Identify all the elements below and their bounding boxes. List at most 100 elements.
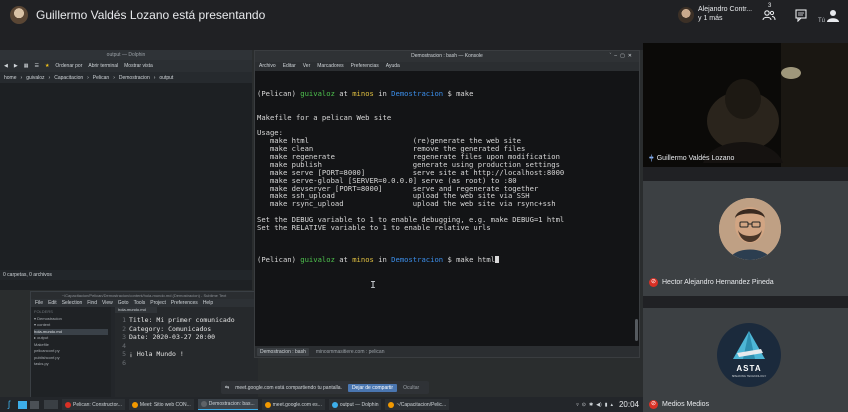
menu-ayuda[interactable]: Ayuda (386, 62, 400, 71)
network-icon[interactable]: ⊙ (582, 402, 586, 408)
task-label: Meet: Sitio web CON... (139, 401, 191, 408)
toolbar-terminal[interactable]: Abrir terminal (88, 63, 118, 69)
taskbar-task[interactable]: output — Dolphin (328, 399, 382, 410)
asta-logo: ASTA SPEAKING TECHNOLOGY (717, 323, 781, 387)
mic-off-icon: ⊘ (649, 400, 658, 409)
toolbar-sort[interactable]: Ordenar por (55, 63, 82, 69)
desktop-pager-1[interactable] (18, 400, 27, 409)
terminal-line: make rsync_upload upload the web site vi… (257, 199, 556, 209)
clock[interactable]: 20:04 (619, 400, 639, 409)
task-app-icon (131, 401, 138, 408)
stop-sharing-button[interactable]: Dejar de compartir (347, 383, 398, 392)
dolphin-file-view[interactable] (0, 83, 252, 270)
view-compact-icon[interactable]: ☰ (34, 63, 38, 69)
menu-editar[interactable]: Editar (283, 62, 296, 71)
tile3-label: ⊘ Medios Medios (649, 400, 709, 409)
menu-ver[interactable]: Ver (303, 62, 311, 71)
line-number: 6 (122, 358, 126, 367)
crumb-demostracion[interactable]: Demostracion (119, 75, 150, 81)
participant-avatar[interactable] (678, 7, 694, 23)
code-line: 1 Title: Mi primer comunicado (115, 316, 258, 325)
crumb-pelican[interactable]: Pelican (93, 75, 109, 81)
volume-icon[interactable]: ◀) (596, 402, 602, 408)
expand-tray-icon[interactable]: ▴ (610, 402, 613, 408)
star-icon[interactable]: ★ (45, 63, 49, 69)
menu-archivo[interactable]: Archivo (259, 62, 276, 71)
tab-bash[interactable]: Demostracion : bash (257, 347, 309, 356)
taskbar-task[interactable]: Pelican: Constructor... (62, 399, 125, 410)
taskbar-task[interactable]: meet.google.com es... (261, 399, 325, 410)
line-number: 5 (122, 350, 126, 358)
line-number: 1 (122, 316, 126, 324)
shared-screen: output — Dolphin ◀ ▶ ▦ ☰ ★ Ordenar por A… (0, 50, 643, 412)
menu-marcadores[interactable]: Marcadores (317, 62, 343, 71)
task-app-icon (264, 401, 271, 408)
participant-summary[interactable]: Alejandro Contr... y 1 más (698, 5, 752, 23)
hector-avatar (719, 198, 781, 260)
back-icon[interactable]: ◀ (4, 63, 8, 69)
menu-find[interactable]: Find (87, 299, 97, 307)
menu-tools[interactable]: Tools (134, 299, 146, 307)
crumb-user[interactable]: guivaloz (26, 75, 44, 81)
menu-selection[interactable]: Selection (62, 299, 83, 307)
menu-help[interactable]: Help (203, 299, 213, 307)
code-line: 4 (115, 342, 258, 351)
participant-tile-guillermo[interactable]: •|• Guillermo Valdés Lozano (643, 43, 848, 167)
toolbar-view[interactable]: Mostrar vista (124, 63, 153, 69)
code-line: 3 Date: 2020-03-27 20:00 (115, 333, 258, 342)
window-controls[interactable]: ˇ‒▢✕ (610, 51, 635, 62)
taskbar-task[interactable]: ~/Capacitacion/Pelic... (385, 399, 450, 410)
people-icon[interactable] (762, 8, 776, 22)
hide-button[interactable]: Ocultar (403, 385, 419, 391)
menu-goto[interactable]: Goto (118, 299, 129, 307)
crumb-capacitacion[interactable]: Capacitacion (54, 75, 83, 81)
dolphin-title: output — Dolphin (0, 50, 252, 60)
participant-summary-line1: Alejandro Contr... (698, 6, 753, 13)
konsole-title: Demostracion : bash — Konsole ˇ‒▢✕ (255, 51, 639, 62)
task-app-icon (200, 401, 207, 407)
self-avatar-icon[interactable] (826, 8, 840, 22)
app-launcher-icon[interactable]: ʃ (3, 399, 15, 410)
crumb-home[interactable]: home (4, 75, 17, 81)
terminal-line: Set the RELATIVE variable to 1 to enable… (257, 222, 491, 232)
desktop-pager-2[interactable] (30, 400, 39, 409)
clipboard-icon[interactable]: ▿ (576, 402, 579, 408)
pinned-app-icon[interactable] (44, 400, 58, 409)
sublime-sidebar: FOLDERS ▾ Demostracion ▾ content hola-mun… (31, 307, 111, 400)
menu-edit[interactable]: Edit (48, 299, 57, 307)
menu-file[interactable]: File (35, 299, 43, 307)
sublime-menu: File Edit Selection Find View Goto Tools… (31, 299, 257, 307)
asta-tagline: SPEAKING TECHNOLOGY (731, 374, 767, 378)
dolphin-status: 0 carpetas, 0 archivos (0, 270, 252, 280)
self-label: Tú (818, 18, 826, 24)
terminal[interactable]: (Pelican) guivaloz at minos in Demostrac… (255, 71, 639, 347)
view-icons-icon[interactable]: ▦ (24, 63, 29, 69)
taskbar-task[interactable]: Demostracion: bas... (197, 399, 258, 410)
crumb-output[interactable]: output (159, 75, 173, 81)
code-text: Date: 2020-03-27 20:00 (129, 333, 216, 341)
tile3-name: Medios Medios (662, 401, 710, 408)
line-number: 4 (122, 341, 126, 350)
line-number: 2 (122, 324, 126, 333)
forward-icon[interactable]: ▶ (14, 63, 18, 69)
chat-icon[interactable] (794, 8, 808, 23)
menu-project[interactable]: Project (150, 299, 166, 307)
code-text: ¡ Hola Mundo ! (129, 350, 184, 358)
editor-code[interactable]: 1 Title: Mi primer comunicado 2 Category: C… (115, 313, 258, 367)
menu-preferences[interactable]: Preferences (171, 299, 198, 307)
menu-preferencias[interactable]: Preferencias (351, 62, 379, 71)
taskbar-task[interactable]: Meet: Sitio web CON... (128, 399, 194, 410)
task-app-icon (388, 401, 395, 408)
sidebar-item[interactable]: tasks.py (34, 361, 108, 368)
battery-icon[interactable]: ▮ (605, 402, 608, 408)
participant-summary-line2: y 1 más (698, 15, 723, 22)
menu-view[interactable]: View (102, 299, 113, 307)
terminal-scrollbar[interactable] (635, 319, 638, 341)
share-notification: ⇆ meet.google.com está compartiendo tu p… (221, 381, 429, 394)
bluetooth-icon[interactable]: ✱ (589, 402, 593, 408)
code-text: Category: Comunicados (129, 324, 212, 333)
tab-pelican[interactable]: minosmmasitiere.com : pelican (313, 348, 388, 356)
konsole-title-text: Demostracion : bash — Konsole (411, 53, 483, 59)
asta-logo-mark (733, 331, 765, 359)
